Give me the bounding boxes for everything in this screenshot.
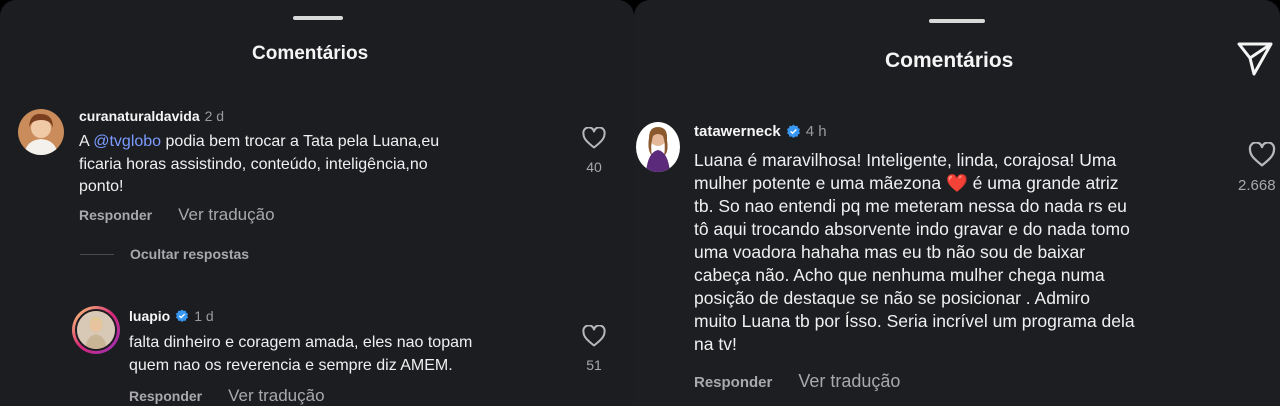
reply-button[interactable]: Responder [79, 207, 152, 223]
drag-handle[interactable] [929, 19, 985, 23]
avatar[interactable] [72, 306, 120, 354]
reply-button[interactable]: Responder [694, 374, 772, 391]
panel-title: Comentários [885, 49, 1014, 72]
avatar[interactable] [18, 109, 64, 155]
reply-time: 1 d [194, 308, 214, 324]
username-text[interactable]: luapio [129, 308, 170, 324]
like-count: 2.668 [1238, 177, 1276, 194]
comment-time: 2 d [204, 108, 225, 124]
comment-text-line: uma voadora hahaha mas eu tb não sou de … [694, 242, 1086, 262]
comment-username[interactable]: curanaturaldavida 2 d [79, 108, 224, 124]
paper-plane-icon[interactable] [1236, 41, 1274, 77]
comments-panel-left: Comentários curanaturaldavida 2 d A @tvg… [0, 0, 634, 406]
divider [80, 253, 114, 255]
reply-actions: Responder Ver tradução [129, 386, 325, 406]
reply-text: falta dinheiro e coragem amada, eles nao… [129, 332, 472, 377]
comment-text-line: na tv! [694, 334, 737, 354]
reply-text-line: quem nao os reverencia e sempre diz AMEM… [129, 356, 453, 374]
mention-link[interactable]: @tvglobo [93, 133, 161, 150]
verified-badge-icon [176, 309, 189, 323]
comment-text-line: mulher potente e uma mãezona ❤️ é uma gr… [694, 173, 1119, 193]
like-button[interactable]: 51 [580, 325, 608, 373]
comment-text: Luana é maravilhosa! Inteligente, linda,… [694, 149, 1135, 356]
comment-actions: Responder Ver tradução [694, 371, 900, 392]
comment-time: 4 h [805, 123, 827, 140]
like-count: 51 [586, 357, 602, 373]
translate-button[interactable]: Ver tradução [798, 371, 900, 392]
like-button[interactable]: 40 [580, 127, 608, 175]
heart-outline-icon[interactable] [582, 127, 606, 149]
panel-title: Comentários [252, 43, 369, 64]
reply-button[interactable]: Responder [129, 388, 202, 404]
hide-replies-button[interactable]: Ocultar respostas [80, 246, 249, 262]
reply-username[interactable]: luapio 1 d [129, 308, 214, 324]
comment-text-line: cabeça não. Acho que nenhuma mulher cheg… [694, 265, 1105, 285]
comments-panel-right: Comentários tatawerneck 4 h Luana é mara… [634, 0, 1280, 406]
comment-text-line: posição de destaque se não se posicionar… [694, 288, 1090, 308]
verified-badge-icon [786, 124, 800, 138]
like-count: 40 [586, 159, 602, 175]
comment-text-line: podia bem trocar a Tata pela Luana,eu [161, 133, 440, 150]
hide-replies-label[interactable]: Ocultar respostas [130, 246, 249, 262]
comment-text-line: tb. So nao entendi pq me meteram nessa d… [694, 196, 1127, 216]
heart-emoji: ❤️ [945, 173, 968, 193]
username-text[interactable]: tatawerneck [694, 123, 781, 140]
comment-text-line: Luana é maravilhosa! Inteligente, linda,… [694, 150, 1117, 170]
heart-outline-icon[interactable] [1248, 142, 1276, 167]
comment-text-line: ficaria horas assistindo, conteúdo, inte… [79, 155, 428, 173]
comment-text-line: muito Luana tb por Ísso. Seria incrível … [694, 311, 1135, 331]
username-text[interactable]: curanaturaldavida [79, 108, 200, 124]
comment-actions: Responder Ver tradução [79, 205, 275, 225]
drag-handle[interactable] [293, 16, 343, 20]
avatar[interactable] [636, 122, 680, 172]
translate-button[interactable]: Ver tradução [228, 386, 324, 406]
translate-button[interactable]: Ver tradução [178, 205, 274, 225]
comment-username[interactable]: tatawerneck 4 h [694, 123, 827, 140]
like-button[interactable]: 2.668 [1238, 142, 1280, 194]
reply-text-line: falta dinheiro e coragem amada, eles nao… [129, 334, 473, 351]
comment-text: A @tvglobo podia bem trocar a Tata pela … [79, 131, 439, 199]
comment-text-line: ponto! [79, 178, 124, 195]
comment-text-line: tô aqui trocando absorvente indo gravar … [694, 219, 1130, 239]
heart-outline-icon[interactable] [582, 325, 606, 347]
